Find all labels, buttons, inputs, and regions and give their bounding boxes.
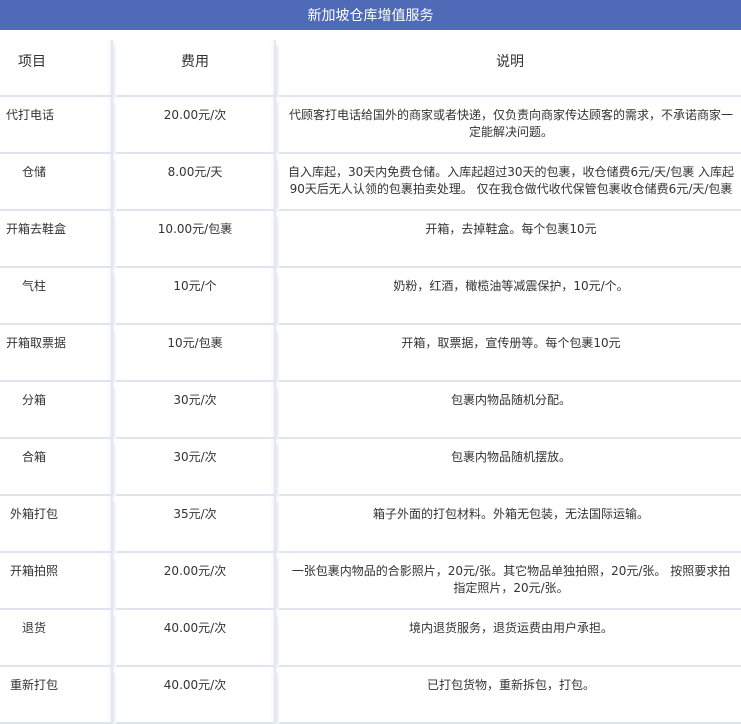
row-fee: 8.00元/天 xyxy=(116,154,276,211)
header-item: 项目 xyxy=(0,40,113,97)
row-fee: 10元/个 xyxy=(116,268,276,325)
table-row: 外箱打包 35元/次 箱子外面的打包材料。外箱无包装，无法国际运输。 xyxy=(0,496,741,553)
row-desc: 一张包裹内物品的合影照片，20元/张。其它物品单独拍照，20元/张。 按照要求拍… xyxy=(279,553,741,610)
services-table: 项目 费用 说明 代打电话 20.00元/次 代顾客打电话给国外的商家或者快递，… xyxy=(0,40,741,724)
row-fee: 10.00元/包裹 xyxy=(116,211,276,268)
row-fee: 10元/包裹 xyxy=(116,325,276,382)
row-item: 外箱打包 xyxy=(0,496,113,553)
row-desc: 奶粉，红酒，橄榄油等减震保护，10元/个。 xyxy=(279,268,741,325)
row-fee: 20.00元/次 xyxy=(116,97,276,154)
row-desc: 包裹内物品随机分配。 xyxy=(279,382,741,439)
table-row: 仓储 8.00元/天 自入库起，30天内免费仓储。入库起超过30天的包裹，收仓储… xyxy=(0,154,741,211)
page-title: 新加坡仓库增值服务 xyxy=(307,8,434,24)
row-item: 气柱 xyxy=(0,268,113,325)
header-fee: 费用 xyxy=(116,40,276,97)
row-desc: 已打包货物，重新拆包，打包。 xyxy=(279,667,741,724)
row-desc: 代顾客打电话给国外的商家或者快递，仅负责向商家传达顾客的需求，不承诺商家一定能解… xyxy=(279,97,741,154)
row-desc: 开箱，去掉鞋盒。每个包裹10元 xyxy=(279,211,741,268)
table-row: 重新打包 40.00元/次 已打包货物，重新拆包，打包。 xyxy=(0,667,741,724)
row-item: 分箱 xyxy=(0,382,113,439)
row-desc: 箱子外面的打包材料。外箱无包装，无法国际运输。 xyxy=(279,496,741,553)
table-header-row: 项目 费用 说明 xyxy=(0,40,741,97)
row-item: 退货 xyxy=(0,610,113,667)
table-row: 气柱 10元/个 奶粉，红酒，橄榄油等减震保护，10元/个。 xyxy=(0,268,741,325)
header-desc: 说明 xyxy=(279,40,741,97)
page-title-bar: 新加坡仓库增值服务 xyxy=(0,0,741,30)
row-desc: 自入库起，30天内免费仓储。入库起超过30天的包裹，收仓储费6元/天/包裹 入库… xyxy=(279,154,741,211)
row-item: 开箱取票据 xyxy=(0,325,113,382)
row-desc: 境内退货服务，退货运费由用户承担。 xyxy=(279,610,741,667)
row-desc: 开箱，取票据，宣传册等。每个包裹10元 xyxy=(279,325,741,382)
row-fee: 40.00元/次 xyxy=(116,667,276,724)
row-item: 仓储 xyxy=(0,154,113,211)
row-item: 代打电话 xyxy=(0,97,113,154)
row-item: 重新打包 xyxy=(0,667,113,724)
row-fee: 35元/次 xyxy=(116,496,276,553)
row-fee: 30元/次 xyxy=(116,382,276,439)
row-fee: 20.00元/次 xyxy=(116,553,276,610)
row-item: 开箱去鞋盒 xyxy=(0,211,113,268)
row-item: 合箱 xyxy=(0,439,113,496)
row-fee: 30元/次 xyxy=(116,439,276,496)
row-fee: 40.00元/次 xyxy=(116,610,276,667)
table-row: 代打电话 20.00元/次 代顾客打电话给国外的商家或者快递，仅负责向商家传达顾… xyxy=(0,97,741,154)
row-desc: 包裹内物品随机摆放。 xyxy=(279,439,741,496)
table-row: 合箱 30元/次 包裹内物品随机摆放。 xyxy=(0,439,741,496)
table-row: 开箱拍照 20.00元/次 一张包裹内物品的合影照片，20元/张。其它物品单独拍… xyxy=(0,553,741,610)
table-row: 分箱 30元/次 包裹内物品随机分配。 xyxy=(0,382,741,439)
table-row: 开箱取票据 10元/包裹 开箱，取票据，宣传册等。每个包裹10元 xyxy=(0,325,741,382)
table-row: 退货 40.00元/次 境内退货服务，退货运费由用户承担。 xyxy=(0,610,741,667)
row-item: 开箱拍照 xyxy=(0,553,113,610)
table-row: 开箱去鞋盒 10.00元/包裹 开箱，去掉鞋盒。每个包裹10元 xyxy=(0,211,741,268)
